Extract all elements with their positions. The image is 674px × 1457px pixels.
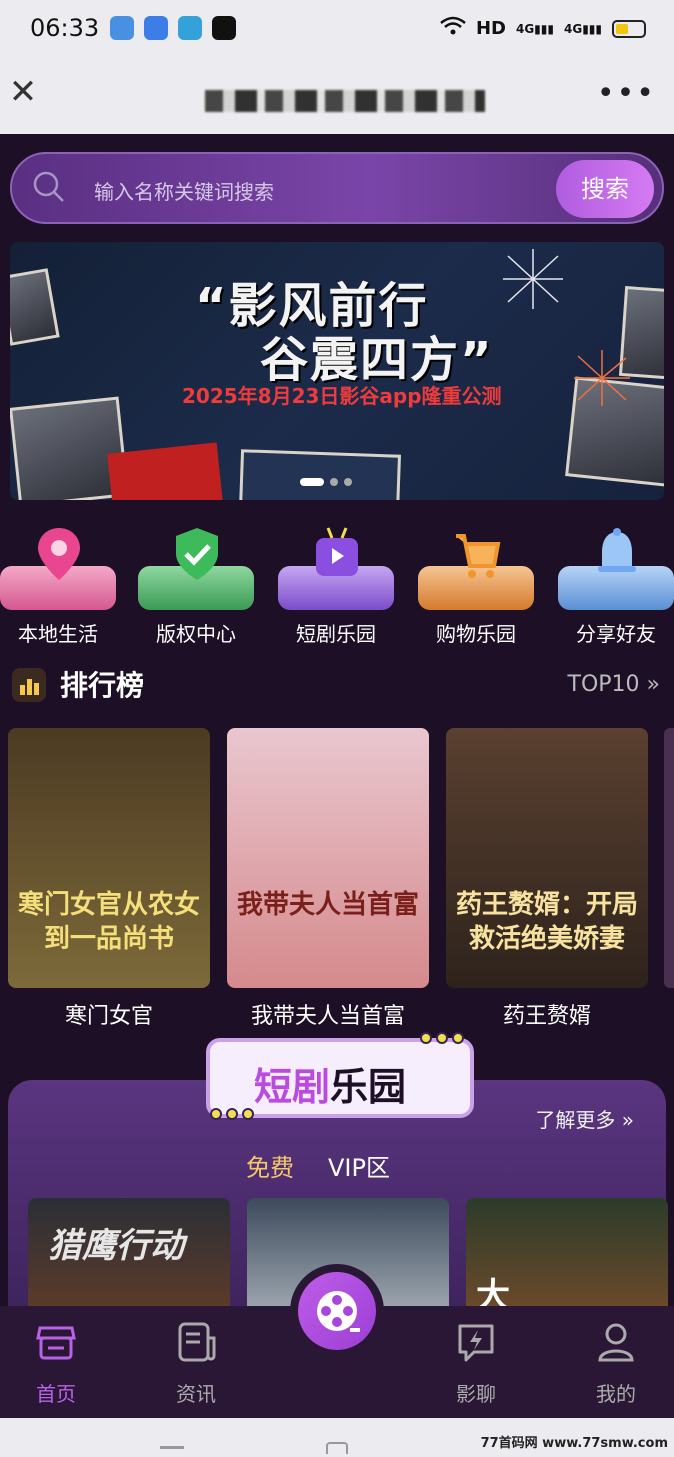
nav-chat[interactable]: 影聊 xyxy=(426,1320,526,1407)
short-drama-tag: 短剧乐园 xyxy=(206,1032,474,1120)
short-drama-tag-text: 短剧乐园 xyxy=(254,1065,407,1109)
tag-dot xyxy=(436,1032,448,1044)
watermark: 77首码网 www.77smw.com xyxy=(480,1436,668,1451)
pagination-dot xyxy=(344,478,352,486)
poster-title: 药王赘婿：开局救活绝美娇妻 xyxy=(455,890,638,954)
nav-label: 影聊 xyxy=(456,1382,496,1406)
ranking-card[interactable]: 药王赘婿：开局救活绝美娇妻 药王赘婿 xyxy=(446,728,648,1030)
tag-dot xyxy=(242,1108,254,1120)
pagination-dot-active xyxy=(300,478,324,486)
nav-profile[interactable]: 我的 xyxy=(566,1320,666,1407)
ranking-title: 排行榜 xyxy=(60,669,145,702)
webview-title-bar: ✕ ••• xyxy=(0,62,674,134)
quick-link-label: 版权中心 xyxy=(156,622,236,646)
ranking-poster: 药王赘婿：开局救活绝美娇妻 xyxy=(446,728,648,988)
nav-label: 首页 xyxy=(36,1382,76,1406)
wifi-icon xyxy=(440,16,466,41)
nav-news[interactable]: 资讯 xyxy=(146,1320,246,1407)
search-icon xyxy=(33,171,64,202)
location-pin-icon xyxy=(38,528,80,580)
nav-home[interactable]: 首页 xyxy=(6,1320,106,1407)
drama-poster-title: 大 xyxy=(476,1276,510,1306)
app-content: 输入名称关键词搜索 搜索 “影风前行 谷震四方” 2025年8月23日影谷app… xyxy=(0,134,674,1306)
network-type: HD xyxy=(475,18,506,39)
poster-title: 我带夫人当首富 xyxy=(236,890,419,920)
bell-icon xyxy=(598,528,636,572)
ranking-top10-link[interactable]: TOP10 » xyxy=(568,672,660,697)
banner-photo xyxy=(10,268,60,346)
firework-icon xyxy=(503,249,563,309)
quick-link-label: 短剧乐园 xyxy=(296,622,376,646)
tiktok-icon xyxy=(212,16,236,40)
promo-banner[interactable]: “影风前行 谷震四方” 2025年8月23日影谷app隆重公测 xyxy=(10,242,664,500)
ranking-card-peek[interactable] xyxy=(664,728,674,988)
ranking-card[interactable]: 寒门女官从农女到一品尚书 寒门女官 xyxy=(8,728,210,1030)
app-notification-icon xyxy=(110,16,134,40)
chat-icon xyxy=(458,1324,494,1362)
tag-dot xyxy=(226,1108,238,1120)
notification-icons xyxy=(110,16,236,40)
banner-photo xyxy=(239,449,401,500)
user-icon xyxy=(598,1323,634,1362)
store-icon xyxy=(36,1326,76,1360)
search-button[interactable]: 搜索 xyxy=(556,160,654,218)
tab-free[interactable]: 免费 xyxy=(246,1148,294,1183)
system-nav-bar: 77首码网 www.77smw.com xyxy=(0,1418,674,1457)
ranking-poster: 寒门女官从农女到一品尚书 xyxy=(8,728,210,988)
quick-link-label: 本地生活 xyxy=(18,622,98,646)
film-reel-icon xyxy=(317,1291,360,1332)
tab-vip[interactable]: VIP区 xyxy=(328,1148,390,1183)
cloud-notification-icon xyxy=(178,16,202,40)
battery-icon xyxy=(612,19,646,38)
ranking-poster: 我带夫人当首富 xyxy=(227,728,429,988)
nav-label: 资讯 xyxy=(176,1382,216,1406)
center-button-inner xyxy=(298,1272,376,1350)
search-input[interactable]: 输入名称关键词搜索 xyxy=(94,176,274,205)
home-key[interactable] xyxy=(326,1442,348,1454)
tag-dot xyxy=(452,1032,464,1044)
ranking-chart-icon xyxy=(12,668,46,702)
tag-dot xyxy=(210,1108,222,1120)
banner-subtitle: 2025年8月23日影谷app隆重公测 xyxy=(182,384,502,408)
status-time: 06:33 xyxy=(30,14,100,42)
signal-icon-1: 4G▮▮▮ xyxy=(515,21,554,36)
ranking-card-title: 药王赘婿 xyxy=(502,1004,591,1029)
nav-label: 我的 xyxy=(596,1382,636,1406)
ranking-card[interactable]: 我带夫人当首富 我带夫人当首富 xyxy=(227,728,429,1030)
more-icon[interactable]: ••• xyxy=(597,76,656,111)
quick-link-label: 购物乐园 xyxy=(436,622,516,646)
tv-video-icon xyxy=(316,527,358,576)
quick-links: 本地生活 版权中心 短剧乐园 购物乐园 分享好友 xyxy=(0,526,674,646)
tag-dot xyxy=(420,1032,432,1044)
ranking-card-title: 寒门女官 xyxy=(64,1004,153,1029)
search-bar[interactable]: 输入名称关键词搜索 搜索 xyxy=(10,152,664,224)
pagination-dot xyxy=(330,478,338,486)
quick-link-label: 分享好友 xyxy=(576,622,656,646)
shopping-cart-icon xyxy=(456,534,501,578)
center-play-button[interactable] xyxy=(290,1264,384,1358)
ranking-card-title: 我带夫人当首富 xyxy=(250,1004,405,1029)
learn-more-link[interactable]: 了解更多 » xyxy=(535,1104,634,1133)
banner-pagination xyxy=(300,478,352,486)
chat-notification-icon xyxy=(144,16,168,40)
shield-check-icon xyxy=(176,528,218,580)
drama-poster-title: 猎鹰行动 xyxy=(48,1226,184,1266)
status-bar: 06:33 HD 4G▮▮▮ 4G▮▮▮ xyxy=(0,0,674,62)
blurred-title xyxy=(205,90,485,112)
recent-apps-key[interactable] xyxy=(160,1446,184,1449)
ranking-list: 寒门女官从农女到一品尚书 寒门女官 我带夫人当首富 我带夫人当首富 药王赘婿：开… xyxy=(8,728,674,1030)
news-icon xyxy=(178,1322,216,1362)
firework-icon xyxy=(574,350,630,406)
drama-tabs: 免费 VIP区 xyxy=(246,1148,390,1183)
close-icon[interactable]: ✕ xyxy=(6,72,40,112)
poster-title: 寒门女官从农女到一品尚书 xyxy=(17,890,200,954)
banner-red-block xyxy=(107,442,223,500)
status-indicators: HD 4G▮▮▮ 4G▮▮▮ xyxy=(440,16,646,41)
drama-poster[interactable]: 大 xyxy=(466,1198,668,1306)
drama-poster[interactable]: 猎鹰行动 xyxy=(28,1198,230,1306)
signal-icon-2: 4G▮▮▮ xyxy=(563,21,602,36)
